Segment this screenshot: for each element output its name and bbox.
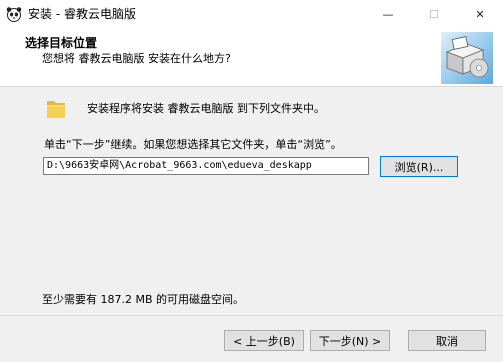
minimize-button[interactable]: —: [365, 0, 411, 28]
installer-box-icon: [441, 32, 493, 84]
content-panel: 安装程序将安装 睿教云电脑版 到下列文件夹中。 单击“下一步”继续。如果您想选择…: [0, 87, 503, 315]
minimize-icon: —: [382, 7, 394, 21]
intro-text: 安装程序将安装 睿教云电脑版 到下列文件夹中。: [87, 102, 325, 115]
title-bar: 安装 - 睿教云电脑版 — ☐ ✕: [0, 0, 503, 28]
install-path-input[interactable]: D:\9663安卓网\Acrobat_9663.com\edueva_deska…: [43, 157, 369, 175]
window-title: 安装 - 睿教云电脑版: [28, 7, 136, 21]
page-title: 选择目标位置: [25, 36, 98, 50]
cancel-button[interactable]: 取消: [408, 330, 486, 351]
next-button[interactable]: 下一步(N) >: [310, 330, 390, 351]
folder-icon: [47, 101, 65, 118]
close-button[interactable]: ✕: [457, 0, 503, 28]
back-button[interactable]: < 上一步(B): [224, 330, 304, 351]
wizard-footer: < 上一步(B) 下一步(N) > 取消: [0, 315, 503, 362]
instruction-text: 单击“下一步”继续。如果您想选择其它文件夹，单击“浏览”。: [44, 138, 342, 151]
maximize-button[interactable]: ☐: [411, 0, 457, 28]
page-subtitle: 您想将 睿教云电脑版 安装在什么地方?: [42, 52, 231, 65]
maximize-icon: ☐: [429, 7, 439, 21]
disk-space-text: 至少需要有 187.2 MB 的可用磁盘空间。: [42, 293, 245, 306]
panda-icon: [6, 7, 22, 22]
close-icon: ✕: [475, 7, 485, 21]
wizard-header: 选择目标位置 您想将 睿教云电脑版 安装在什么地方?: [0, 28, 503, 87]
browse-button[interactable]: 浏览(R)...: [380, 156, 458, 177]
